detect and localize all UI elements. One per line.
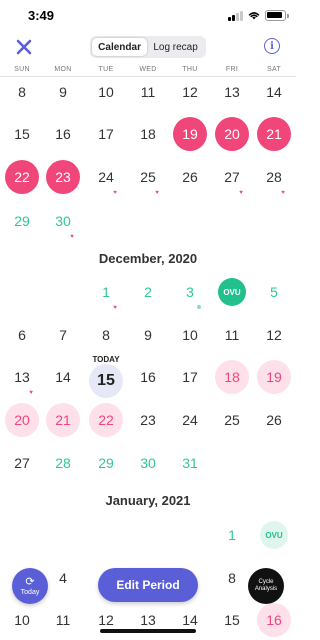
ovulation-day-badge[interactable]: OVU xyxy=(218,278,246,306)
calendar-day-fertile[interactable]: 2 xyxy=(131,275,165,309)
calendar-day[interactable]: 28 xyxy=(257,160,291,194)
today-button[interactable]: ⟳ Today xyxy=(12,568,48,604)
cycle-analysis-line2: Analysis xyxy=(254,586,278,592)
calendar-day[interactable]: 12 xyxy=(173,75,207,109)
calendar-day[interactable]: 11 xyxy=(215,318,249,352)
calendar-day[interactable]: 8 xyxy=(215,561,249,595)
calendar-day[interactable]: 11 xyxy=(131,75,165,109)
calendar-day[interactable]: 8 xyxy=(5,75,39,109)
calendar-day-predicted-period[interactable]: 18 xyxy=(215,360,249,394)
calendar-day-period[interactable]: 22 xyxy=(5,160,39,194)
calendar-day[interactable]: 18 xyxy=(131,117,165,151)
calendar-day[interactable]: 14 xyxy=(46,360,80,394)
calendar-day-today[interactable]: 15 xyxy=(89,364,123,398)
calendar-day[interactable]: 24 xyxy=(173,403,207,437)
calendar-grid: TODAY 8 9 10 11 12 13 14 15 16 17 18 19 20 21 22 23 24 ♥ 2… xyxy=(0,0,296,640)
calendar-day[interactable]: 6 xyxy=(5,318,39,352)
calendar-day[interactable]: 10 xyxy=(89,75,123,109)
calendar-day[interactable]: 7 xyxy=(46,318,80,352)
calendar-day-period[interactable]: 20 xyxy=(215,117,249,151)
heart-icon: ♥ xyxy=(155,190,159,196)
calendar-day[interactable]: 11 xyxy=(46,603,80,637)
cycle-analysis-line1: Cycle xyxy=(258,579,274,585)
calendar-day[interactable]: 24 xyxy=(89,160,123,194)
drop-icon xyxy=(197,305,201,309)
calendar-day-fertile[interactable]: 30 xyxy=(46,204,80,238)
calendar-day[interactable]: 8 xyxy=(89,318,123,352)
calendar-day[interactable]: 15 xyxy=(215,603,249,637)
calendar-day-fertile[interactable]: 31 xyxy=(173,446,207,480)
calendar-day[interactable]: 13 xyxy=(5,360,39,394)
calendar-day[interactable]: 13 xyxy=(215,75,249,109)
calendar-day-predicted-period[interactable]: 19 xyxy=(257,360,291,394)
calendar-day-fertile[interactable]: 28 xyxy=(46,446,80,480)
calendar-day[interactable]: 23 xyxy=(131,403,165,437)
calendar-day[interactable]: 9 xyxy=(131,318,165,352)
calendar-day[interactable]: 26 xyxy=(173,160,207,194)
calendar-day-fertile[interactable]: 29 xyxy=(89,446,123,480)
calendar-day-fertile[interactable]: 30 xyxy=(131,446,165,480)
calendar-day[interactable]: 14 xyxy=(257,75,291,109)
heart-icon: ♥ xyxy=(281,190,285,196)
calendar-day[interactable]: 17 xyxy=(89,117,123,151)
calendar-day[interactable]: 17 xyxy=(173,360,207,394)
today-label: TODAY xyxy=(92,355,120,364)
heart-icon: ♥ xyxy=(113,305,117,311)
calendar-day[interactable]: 16 xyxy=(131,360,165,394)
calendar-day-period[interactable]: 23 xyxy=(46,160,80,194)
calendar-day-predicted-period[interactable]: 20 xyxy=(5,403,39,437)
calendar-day-period[interactable]: 21 xyxy=(257,117,291,151)
month-title: December, 2020 xyxy=(98,251,198,266)
month-title: January, 2021 xyxy=(105,493,191,508)
refresh-icon: ⟳ xyxy=(25,575,35,588)
calendar-day[interactable]: 27 xyxy=(215,160,249,194)
calendar-day[interactable]: 27 xyxy=(5,446,39,480)
calendar-day-predicted-period[interactable]: 22 xyxy=(89,403,123,437)
today-button-label: Today xyxy=(20,588,40,596)
calendar-day-predicted-period[interactable]: 21 xyxy=(46,403,80,437)
heart-icon: ♥ xyxy=(113,190,117,196)
calendar-day-predicted-period[interactable]: 16 xyxy=(257,603,291,637)
heart-icon: ♥ xyxy=(70,234,74,240)
calendar-day-fertile[interactable]: 5 xyxy=(257,275,291,309)
calendar-day-fertile[interactable]: 3 xyxy=(173,275,207,309)
home-indicator xyxy=(100,629,196,633)
calendar-day-fertile[interactable]: 1 xyxy=(215,518,249,552)
calendar-day[interactable]: 10 xyxy=(173,318,207,352)
calendar-day[interactable]: 10 xyxy=(5,603,39,637)
cycle-analysis-button[interactable]: Cycle Analysis xyxy=(248,568,284,604)
calendar-day[interactable]: 9 xyxy=(46,75,80,109)
heart-icon: ♥ xyxy=(29,390,33,396)
heart-icon: ♥ xyxy=(239,190,243,196)
calendar-day-fertile[interactable]: 1 xyxy=(89,275,123,309)
calendar-day[interactable]: 25 xyxy=(131,160,165,194)
calendar-day[interactable]: 4 xyxy=(46,561,80,595)
calendar-day[interactable]: 12 xyxy=(257,318,291,352)
calendar-day[interactable]: 26 xyxy=(257,403,291,437)
predicted-ovulation-badge[interactable]: OVU xyxy=(260,521,288,549)
edit-period-button[interactable]: Edit Period xyxy=(98,568,198,602)
calendar-day-period[interactable]: 19 xyxy=(173,117,207,151)
calendar-day[interactable]: 25 xyxy=(215,403,249,437)
calendar-day-fertile[interactable]: 29 xyxy=(5,204,39,238)
calendar-day[interactable]: 16 xyxy=(46,117,80,151)
calendar-day[interactable]: 15 xyxy=(5,117,39,151)
